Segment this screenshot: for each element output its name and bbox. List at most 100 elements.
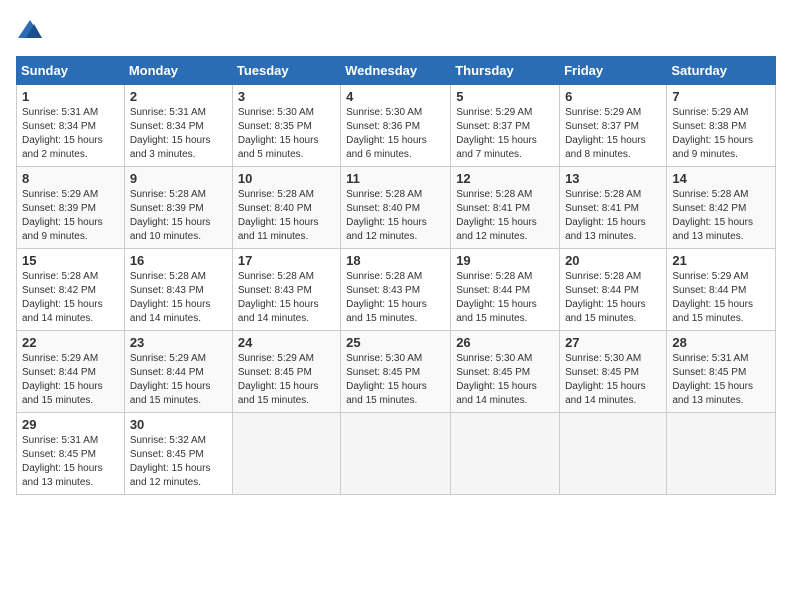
day-info: Sunrise: 5:28 AMSunset: 8:39 PMDaylight:… xyxy=(130,188,227,244)
calendar-cell: 7 Sunrise: 5:29 AMSunset: 8:38 PMDayligh… xyxy=(667,85,776,167)
day-number: 27 xyxy=(565,335,661,350)
day-number: 3 xyxy=(238,89,335,104)
calendar-cell: 14 Sunrise: 5:28 AMSunset: 8:42 PMDaylig… xyxy=(667,167,776,249)
day-number: 21 xyxy=(672,253,770,268)
calendar-cell: 9 Sunrise: 5:28 AMSunset: 8:39 PMDayligh… xyxy=(124,167,232,249)
day-info: Sunrise: 5:29 AMSunset: 8:45 PMDaylight:… xyxy=(238,352,335,408)
calendar-header-tuesday: Tuesday xyxy=(232,57,340,85)
day-info: Sunrise: 5:29 AMSunset: 8:44 PMDaylight:… xyxy=(130,352,227,408)
calendar-header-thursday: Thursday xyxy=(451,57,560,85)
day-info: Sunrise: 5:29 AMSunset: 8:44 PMDaylight:… xyxy=(672,270,770,326)
day-info: Sunrise: 5:32 AMSunset: 8:45 PMDaylight:… xyxy=(130,434,227,490)
calendar-table: SundayMondayTuesdayWednesdayThursdayFrid… xyxy=(16,56,776,495)
day-info: Sunrise: 5:28 AMSunset: 8:43 PMDaylight:… xyxy=(130,270,227,326)
calendar-cell: 21 Sunrise: 5:29 AMSunset: 8:44 PMDaylig… xyxy=(667,249,776,331)
day-number: 13 xyxy=(565,171,661,186)
day-number: 25 xyxy=(346,335,445,350)
calendar-cell: 30 Sunrise: 5:32 AMSunset: 8:45 PMDaylig… xyxy=(124,413,232,495)
day-number: 4 xyxy=(346,89,445,104)
calendar-week-row: 15 Sunrise: 5:28 AMSunset: 8:42 PMDaylig… xyxy=(17,249,776,331)
logo-icon xyxy=(16,16,44,44)
calendar-cell: 22 Sunrise: 5:29 AMSunset: 8:44 PMDaylig… xyxy=(17,331,125,413)
day-info: Sunrise: 5:28 AMSunset: 8:42 PMDaylight:… xyxy=(672,188,770,244)
day-info: Sunrise: 5:29 AMSunset: 8:38 PMDaylight:… xyxy=(672,106,770,162)
day-number: 20 xyxy=(565,253,661,268)
calendar-header-monday: Monday xyxy=(124,57,232,85)
calendar-header-row: SundayMondayTuesdayWednesdayThursdayFrid… xyxy=(17,57,776,85)
calendar-cell: 16 Sunrise: 5:28 AMSunset: 8:43 PMDaylig… xyxy=(124,249,232,331)
day-number: 16 xyxy=(130,253,227,268)
day-number: 17 xyxy=(238,253,335,268)
calendar-cell: 12 Sunrise: 5:28 AMSunset: 8:41 PMDaylig… xyxy=(451,167,560,249)
calendar-week-row: 22 Sunrise: 5:29 AMSunset: 8:44 PMDaylig… xyxy=(17,331,776,413)
calendar-cell: 2 Sunrise: 5:31 AMSunset: 8:34 PMDayligh… xyxy=(124,85,232,167)
calendar-cell: 23 Sunrise: 5:29 AMSunset: 8:44 PMDaylig… xyxy=(124,331,232,413)
calendar-cell xyxy=(341,413,451,495)
day-info: Sunrise: 5:31 AMSunset: 8:34 PMDaylight:… xyxy=(130,106,227,162)
calendar-header-sunday: Sunday xyxy=(17,57,125,85)
day-number: 28 xyxy=(672,335,770,350)
day-number: 23 xyxy=(130,335,227,350)
calendar-cell: 28 Sunrise: 5:31 AMSunset: 8:45 PMDaylig… xyxy=(667,331,776,413)
day-number: 30 xyxy=(130,417,227,432)
calendar-cell: 3 Sunrise: 5:30 AMSunset: 8:35 PMDayligh… xyxy=(232,85,340,167)
calendar-cell: 5 Sunrise: 5:29 AMSunset: 8:37 PMDayligh… xyxy=(451,85,560,167)
day-number: 22 xyxy=(22,335,119,350)
day-number: 12 xyxy=(456,171,554,186)
day-info: Sunrise: 5:28 AMSunset: 8:41 PMDaylight:… xyxy=(456,188,554,244)
day-number: 5 xyxy=(456,89,554,104)
day-number: 29 xyxy=(22,417,119,432)
calendar-cell: 13 Sunrise: 5:28 AMSunset: 8:41 PMDaylig… xyxy=(560,167,667,249)
day-number: 6 xyxy=(565,89,661,104)
day-info: Sunrise: 5:30 AMSunset: 8:36 PMDaylight:… xyxy=(346,106,445,162)
day-number: 11 xyxy=(346,171,445,186)
day-info: Sunrise: 5:28 AMSunset: 8:44 PMDaylight:… xyxy=(565,270,661,326)
day-info: Sunrise: 5:29 AMSunset: 8:44 PMDaylight:… xyxy=(22,352,119,408)
calendar-cell: 17 Sunrise: 5:28 AMSunset: 8:43 PMDaylig… xyxy=(232,249,340,331)
day-number: 19 xyxy=(456,253,554,268)
logo xyxy=(16,16,48,44)
day-info: Sunrise: 5:31 AMSunset: 8:45 PMDaylight:… xyxy=(22,434,119,490)
calendar-cell: 19 Sunrise: 5:28 AMSunset: 8:44 PMDaylig… xyxy=(451,249,560,331)
calendar-cell: 15 Sunrise: 5:28 AMSunset: 8:42 PMDaylig… xyxy=(17,249,125,331)
day-number: 26 xyxy=(456,335,554,350)
day-info: Sunrise: 5:30 AMSunset: 8:35 PMDaylight:… xyxy=(238,106,335,162)
day-info: Sunrise: 5:30 AMSunset: 8:45 PMDaylight:… xyxy=(456,352,554,408)
day-number: 24 xyxy=(238,335,335,350)
day-number: 2 xyxy=(130,89,227,104)
day-info: Sunrise: 5:28 AMSunset: 8:44 PMDaylight:… xyxy=(456,270,554,326)
calendar-cell: 26 Sunrise: 5:30 AMSunset: 8:45 PMDaylig… xyxy=(451,331,560,413)
day-number: 7 xyxy=(672,89,770,104)
calendar-cell: 6 Sunrise: 5:29 AMSunset: 8:37 PMDayligh… xyxy=(560,85,667,167)
day-info: Sunrise: 5:29 AMSunset: 8:37 PMDaylight:… xyxy=(565,106,661,162)
calendar-cell xyxy=(232,413,340,495)
day-info: Sunrise: 5:30 AMSunset: 8:45 PMDaylight:… xyxy=(346,352,445,408)
calendar-cell: 25 Sunrise: 5:30 AMSunset: 8:45 PMDaylig… xyxy=(341,331,451,413)
calendar-header-friday: Friday xyxy=(560,57,667,85)
calendar-body: 1 Sunrise: 5:31 AMSunset: 8:34 PMDayligh… xyxy=(17,85,776,495)
calendar-cell: 20 Sunrise: 5:28 AMSunset: 8:44 PMDaylig… xyxy=(560,249,667,331)
day-number: 15 xyxy=(22,253,119,268)
calendar-cell xyxy=(451,413,560,495)
day-number: 18 xyxy=(346,253,445,268)
day-info: Sunrise: 5:28 AMSunset: 8:42 PMDaylight:… xyxy=(22,270,119,326)
calendar-header-wednesday: Wednesday xyxy=(341,57,451,85)
calendar-week-row: 1 Sunrise: 5:31 AMSunset: 8:34 PMDayligh… xyxy=(17,85,776,167)
day-number: 8 xyxy=(22,171,119,186)
calendar-header-saturday: Saturday xyxy=(667,57,776,85)
calendar-cell: 24 Sunrise: 5:29 AMSunset: 8:45 PMDaylig… xyxy=(232,331,340,413)
day-number: 14 xyxy=(672,171,770,186)
calendar-cell: 29 Sunrise: 5:31 AMSunset: 8:45 PMDaylig… xyxy=(17,413,125,495)
calendar-cell: 18 Sunrise: 5:28 AMSunset: 8:43 PMDaylig… xyxy=(341,249,451,331)
calendar-week-row: 29 Sunrise: 5:31 AMSunset: 8:45 PMDaylig… xyxy=(17,413,776,495)
day-number: 1 xyxy=(22,89,119,104)
day-info: Sunrise: 5:28 AMSunset: 8:40 PMDaylight:… xyxy=(238,188,335,244)
calendar-cell: 11 Sunrise: 5:28 AMSunset: 8:40 PMDaylig… xyxy=(341,167,451,249)
day-info: Sunrise: 5:29 AMSunset: 8:37 PMDaylight:… xyxy=(456,106,554,162)
calendar-cell: 1 Sunrise: 5:31 AMSunset: 8:34 PMDayligh… xyxy=(17,85,125,167)
day-info: Sunrise: 5:30 AMSunset: 8:45 PMDaylight:… xyxy=(565,352,661,408)
day-info: Sunrise: 5:31 AMSunset: 8:34 PMDaylight:… xyxy=(22,106,119,162)
calendar-cell: 10 Sunrise: 5:28 AMSunset: 8:40 PMDaylig… xyxy=(232,167,340,249)
day-info: Sunrise: 5:29 AMSunset: 8:39 PMDaylight:… xyxy=(22,188,119,244)
calendar-cell: 27 Sunrise: 5:30 AMSunset: 8:45 PMDaylig… xyxy=(560,331,667,413)
